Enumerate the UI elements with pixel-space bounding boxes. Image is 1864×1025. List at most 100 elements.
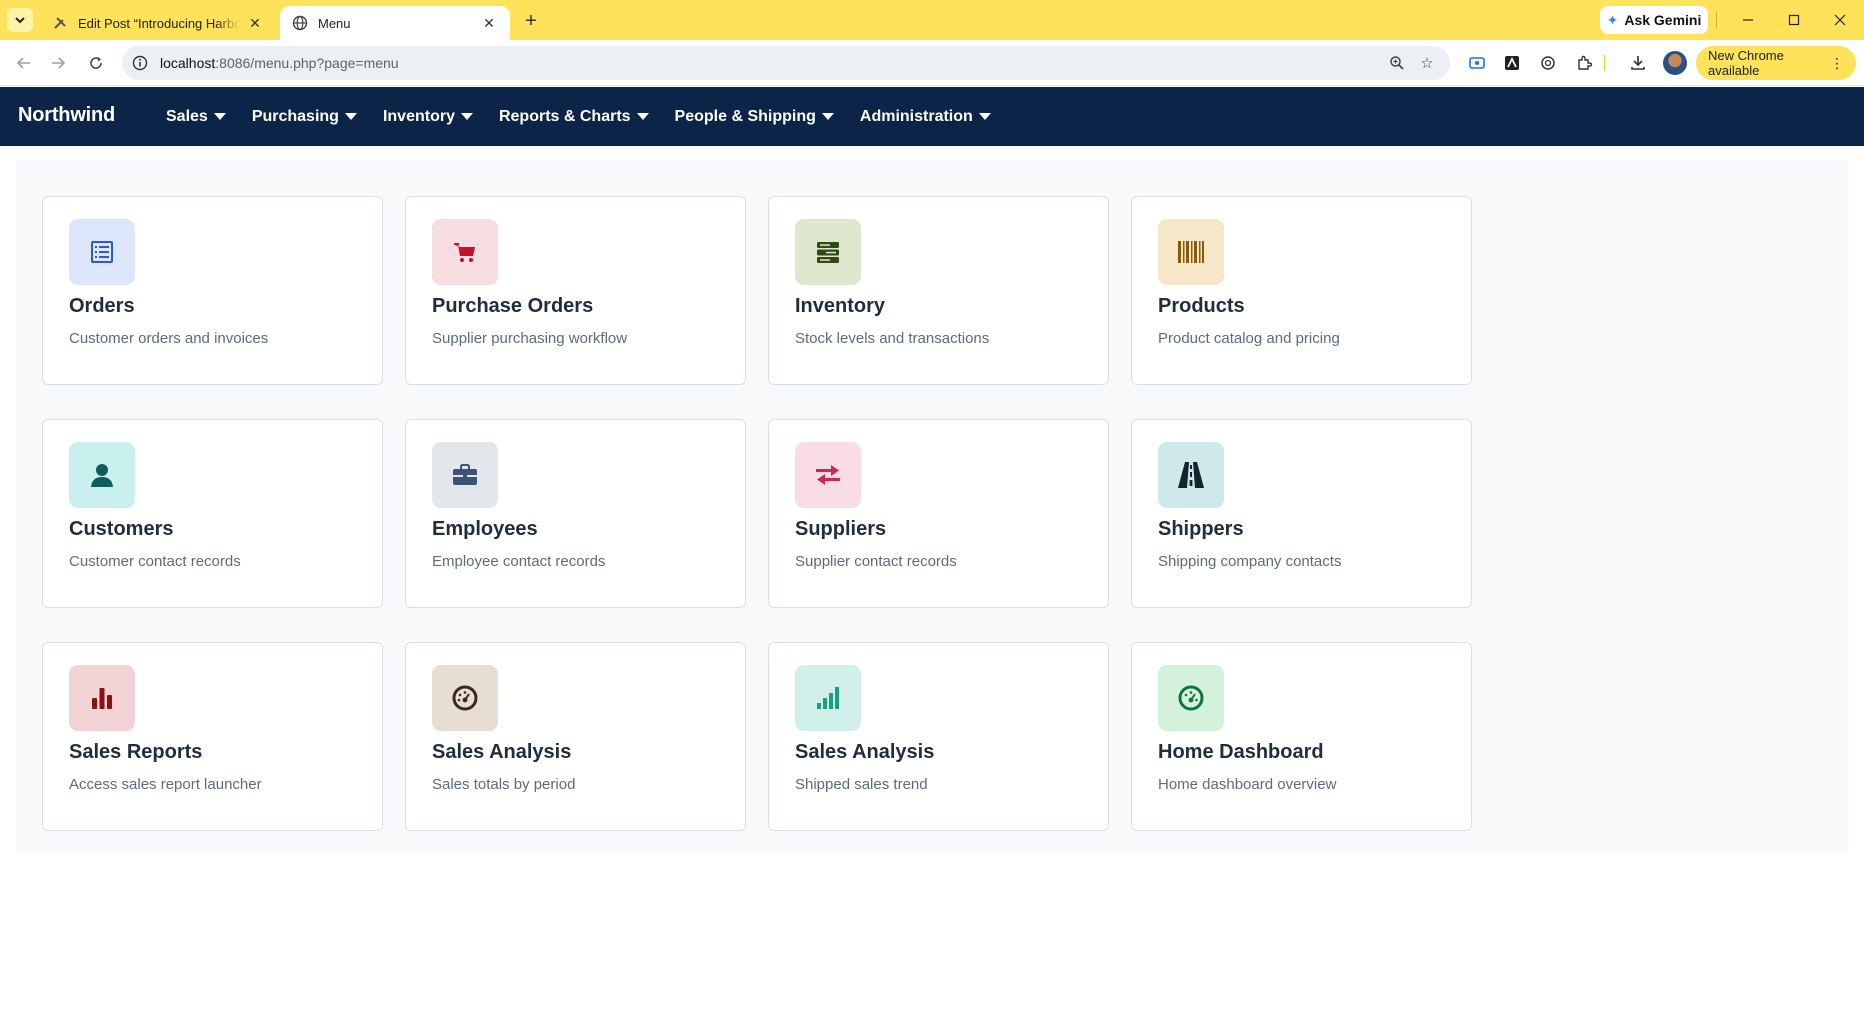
server-icon [795, 219, 861, 285]
back-button[interactable] [10, 49, 38, 77]
card-purchase-orders[interactable]: Purchase Orders Supplier purchasing work… [405, 196, 746, 385]
road-icon [1158, 442, 1224, 508]
card-sales-analysis-period[interactable]: Sales Analysis Sales totals by period [405, 642, 746, 831]
ask-gemini-label: Ask Gemini [1624, 12, 1702, 28]
card-orders[interactable]: Orders Customer orders and invoices [42, 196, 383, 385]
card-employees[interactable]: Employees Employee contact records [405, 419, 746, 608]
minimize-button[interactable] [1726, 6, 1770, 34]
card-title: Customers [69, 518, 174, 540]
card-description: Supplier purchasing workflow [432, 330, 628, 347]
menu-sales[interactable]: Sales [166, 108, 226, 126]
menu-inventory[interactable]: Inventory [383, 108, 473, 126]
divider [1716, 12, 1717, 28]
card-inventory[interactable]: Inventory Stock levels and transactions [768, 196, 1109, 385]
browser-tab-strip: Edit Post “Introducing Harbor: A ✕ Menu … [0, 0, 1864, 40]
close-icon[interactable]: ✕ [480, 14, 498, 32]
menu-content: Orders Customer orders and invoices Purc… [16, 160, 1848, 853]
menu-label: Sales [166, 107, 208, 125]
site-info-icon[interactable] [130, 53, 150, 73]
card-description: Sales totals by period [432, 776, 576, 793]
card-title: Home Dashboard [1158, 741, 1324, 763]
extension-icon[interactable] [1498, 49, 1526, 77]
tab-search-button[interactable] [7, 8, 33, 32]
profile-avatar[interactable] [1663, 51, 1687, 75]
card-customers[interactable]: Customers Customer contact records [42, 419, 383, 608]
menu-label: Purchasing [251, 107, 339, 125]
url-path: :8086/menu.php?page=menu [215, 55, 399, 71]
caret-down-icon [460, 113, 473, 120]
openai-extension-icon[interactable] [1534, 49, 1562, 77]
puzzle-extensions-icon[interactable] [1570, 49, 1598, 77]
card-description: Stock levels and transactions [795, 330, 990, 347]
card-products[interactable]: Products Product catalog and pricing [1131, 196, 1472, 385]
close-icon[interactable]: ✕ [246, 14, 264, 32]
bookmark-star-icon[interactable]: ☆ [1412, 48, 1442, 78]
card-title: Orders [69, 295, 135, 317]
menu-administration[interactable]: Administration [860, 108, 991, 126]
caret-down-icon [636, 113, 649, 120]
menu-label: Administration [859, 107, 973, 125]
card-sales-reports[interactable]: Sales Reports Access sales report launch… [42, 642, 383, 831]
cart-icon [432, 219, 498, 285]
forward-button[interactable] [44, 49, 72, 77]
card-description: Customer contact records [69, 553, 241, 570]
browser-tab-menu[interactable]: Menu ✕ [280, 6, 510, 40]
globe-icon [292, 15, 308, 31]
reload-button[interactable] [82, 49, 110, 77]
card-title: Inventory [795, 295, 886, 317]
card-description: Customer orders and invoices [69, 330, 269, 347]
card-sales-analysis-trend[interactable]: Sales Analysis Shipped sales trend [768, 642, 1109, 831]
card-title: Sales Reports [69, 741, 203, 763]
menu-card-grid: Orders Customer orders and invoices Purc… [42, 196, 1472, 831]
card-shippers[interactable]: Shippers Shipping company contacts [1131, 419, 1472, 608]
screen-capture-extension-icon[interactable] [1463, 49, 1491, 77]
new-tab-button[interactable]: + [518, 9, 544, 33]
close-window-button[interactable] [1818, 6, 1862, 34]
card-description: Supplier contact records [795, 553, 957, 570]
exchange-icon [795, 442, 861, 508]
user-icon [69, 442, 135, 508]
card-description: Shipped sales trend [795, 776, 928, 793]
card-title: Suppliers [795, 518, 887, 540]
card-suppliers[interactable]: Suppliers Supplier contact records [768, 419, 1109, 608]
chevron-down-icon [15, 17, 25, 24]
barcode-icon [1158, 219, 1224, 285]
caret-down-icon [821, 113, 834, 120]
card-title: Shippers [1158, 518, 1244, 540]
browser-tab-edit-post[interactable]: Edit Post “Introducing Harbor: A ✕ [40, 6, 276, 40]
dashboard-icon [1158, 665, 1224, 731]
card-description: Product catalog and pricing [1158, 330, 1340, 347]
card-title: Employees [432, 518, 538, 540]
new-chrome-available-button[interactable]: New Chrome available ⋮ [1696, 46, 1856, 80]
brand-logo[interactable]: Northwind [18, 104, 115, 127]
card-title: Products [1158, 295, 1245, 317]
menu-people-shipping[interactable]: People & Shipping [675, 108, 834, 126]
app-navbar: Northwind Sales Purchasing Inventory Rep… [0, 87, 1864, 146]
menu-label: Reports & Charts [498, 107, 631, 125]
url-text[interactable]: localhost:8086/menu.php?page=menu [160, 55, 1382, 71]
tools-icon [52, 15, 68, 31]
menu-purchasing[interactable]: Purchasing [252, 108, 357, 126]
list-icon [69, 219, 135, 285]
card-home-dashboard[interactable]: Home Dashboard Home dashboard overview [1131, 642, 1472, 831]
card-description: Access sales report launcher [69, 776, 262, 793]
tab-title: Edit Post “Introducing Harbor: A [78, 15, 240, 31]
zoom-icon[interactable] [1382, 48, 1412, 78]
download-icon[interactable] [1624, 49, 1652, 77]
briefcase-icon [432, 442, 498, 508]
gauge-icon [432, 665, 498, 731]
card-description: Employee contact records [432, 553, 606, 570]
maximize-button[interactable] [1772, 6, 1816, 34]
arrow-left-icon [16, 57, 30, 69]
bar-chart-icon [69, 665, 135, 731]
main-menu: Sales Purchasing Inventory Reports & Cha… [166, 87, 1017, 146]
close-icon [1834, 14, 1846, 26]
menu-label: People & Shipping [674, 107, 816, 125]
address-bar[interactable]: localhost:8086/menu.php?page=menu ☆ [122, 46, 1450, 80]
ask-gemini-button[interactable]: ✦ Ask Gemini [1600, 6, 1708, 34]
browser-toolbar: localhost:8086/menu.php?page=menu ☆ New … [0, 40, 1864, 86]
menu-reports-charts[interactable]: Reports & Charts [499, 108, 649, 126]
caret-down-icon [978, 113, 991, 120]
maximize-icon [1788, 14, 1800, 26]
card-title: Sales Analysis [795, 741, 935, 763]
